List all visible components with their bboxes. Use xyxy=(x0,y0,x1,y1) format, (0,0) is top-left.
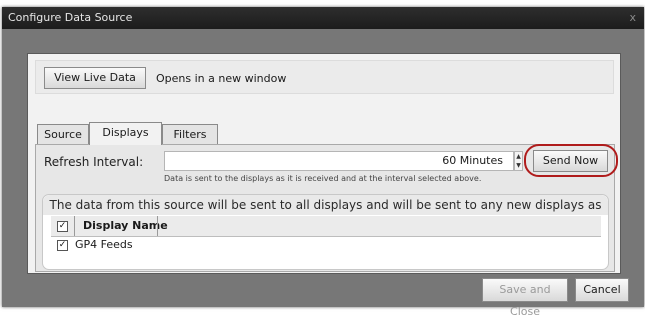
refresh-interval-label: Refresh Interval: xyxy=(44,155,144,169)
displays-group: The data from this source will be sent t… xyxy=(42,194,609,270)
spinner-down-icon[interactable]: ▼ xyxy=(515,161,522,170)
view-live-data-button[interactable]: View Live Data xyxy=(44,67,146,89)
select-all-checkbox[interactable]: ✓ xyxy=(57,221,68,232)
close-icon[interactable]: x xyxy=(629,11,636,24)
tab-displays[interactable]: Displays xyxy=(89,122,162,145)
dialog-body: View Live Data Opens in a new window Sou… xyxy=(2,29,644,318)
refresh-interval-field[interactable]: 60 Minutes xyxy=(164,151,514,171)
displays-tab-content: Refresh Interval: 60 Minutes ▲ ▼ Send No… xyxy=(35,144,618,272)
dialog-title: Configure Data Source xyxy=(8,11,133,24)
spinner-up-icon[interactable]: ▲ xyxy=(515,152,522,161)
configure-data-source-dialog: Configure Data Source x View Live Data O… xyxy=(2,7,644,318)
column-divider xyxy=(74,216,75,236)
display-row-checkbox[interactable]: ✓ xyxy=(57,240,68,251)
display-row-name: GP4 Feeds xyxy=(75,238,133,251)
displays-info-text: The data from this source will be sent t… xyxy=(43,195,608,232)
live-data-strip: View Live Data Opens in a new window xyxy=(35,60,614,94)
send-now-button[interactable]: Send Now xyxy=(533,150,608,172)
column-divider xyxy=(157,216,158,236)
tab-source[interactable]: Source xyxy=(37,124,89,144)
cancel-button[interactable]: Cancel xyxy=(575,278,629,302)
tab-filters[interactable]: Filters xyxy=(162,124,218,144)
refresh-interval-spinner[interactable]: ▲ ▼ xyxy=(514,151,523,171)
view-live-note: Opens in a new window xyxy=(156,72,287,85)
settings-panel: View Live Data Opens in a new window Sou… xyxy=(27,53,621,274)
title-bar[interactable]: Configure Data Source x xyxy=(2,7,644,29)
display-name-column-header[interactable]: Display Name xyxy=(83,219,168,232)
refresh-interval-hint: Data is sent to the displays as it is re… xyxy=(164,174,482,183)
save-and-close-button[interactable]: Save and Close xyxy=(482,278,568,318)
displays-grid-header: ✓ Display Name xyxy=(51,216,601,237)
